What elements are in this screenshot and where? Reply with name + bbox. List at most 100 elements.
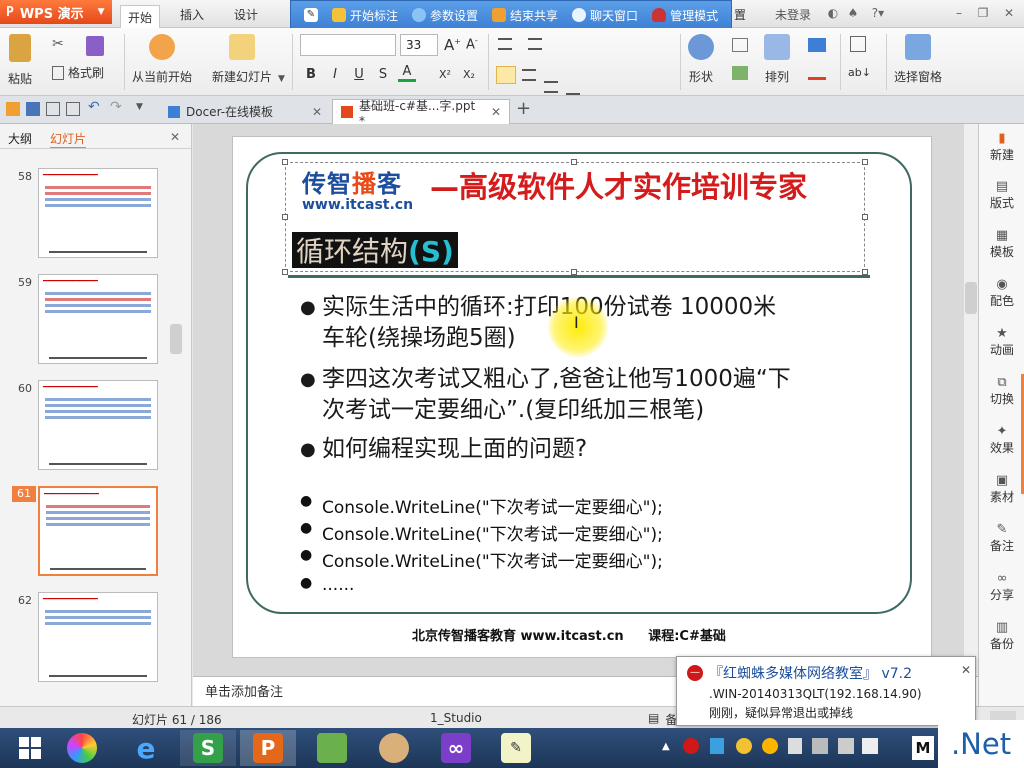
chevron-down-icon[interactable]: ▼: [278, 74, 285, 84]
cut-icon[interactable]: ✂: [52, 36, 64, 52]
shadow-icon[interactable]: S: [374, 64, 392, 84]
font-name-input[interactable]: [300, 34, 396, 56]
close-icon[interactable]: ✕: [491, 105, 501, 119]
tray-weather-icon[interactable]: [736, 738, 752, 754]
sidebar-item-backup[interactable]: ▥ 备份: [979, 621, 1024, 652]
tray-app-icon[interactable]: [862, 738, 878, 754]
preview-icon[interactable]: [66, 102, 80, 116]
sidebar-item-effect[interactable]: ✦ 效果: [979, 425, 1024, 456]
menu-tab-design[interactable]: 设计: [234, 4, 258, 24]
end-share-button[interactable]: 结束共享: [485, 4, 565, 26]
from-current-button[interactable]: 从当前开始: [132, 34, 192, 85]
sidebar-item-share[interactable]: ∞ 分享: [979, 572, 1024, 603]
slide-thumbnail[interactable]: ━━━━━━━━━━━━━: [38, 168, 158, 258]
paste-button[interactable]: 粘贴: [8, 34, 32, 87]
slide-thumbnail[interactable]: ━━━━━━━━━━━━━: [38, 592, 158, 682]
tab-docer[interactable]: Docer-在线模板 ✕: [160, 99, 330, 124]
brush-icon[interactable]: [86, 36, 104, 56]
shirt-icon[interactable]: ♠: [846, 6, 860, 20]
menu-tab-start[interactable]: 开始: [120, 5, 160, 28]
taskbar-app-filemanager[interactable]: [304, 730, 360, 766]
sidebar-item-template[interactable]: ▦ 模板: [979, 229, 1024, 260]
tray-network-icon[interactable]: [812, 738, 828, 754]
sidebar-item-material[interactable]: ▣ 素材: [979, 474, 1024, 505]
selection-pane-button[interactable]: 选择窗格: [894, 34, 942, 85]
taskbar-app-wps-presentation[interactable]: P: [240, 730, 296, 766]
taskbar-app-visual-studio[interactable]: ∞: [428, 730, 484, 766]
sidebar-item-color[interactable]: ◉ 配色: [979, 278, 1024, 309]
help-icon[interactable]: ?▾: [866, 6, 890, 20]
underline-icon[interactable]: U: [350, 64, 368, 84]
thumbnail-scrollbar[interactable]: [170, 324, 182, 354]
tray-redspider-icon[interactable]: [683, 738, 699, 754]
arrange-button[interactable]: 排列: [764, 34, 790, 85]
taskbar-app-users[interactable]: [366, 730, 422, 766]
slide-thumbnail[interactable]: ━━━━━━━━━━━━━: [38, 274, 158, 364]
scrollbar-thumb[interactable]: [965, 282, 977, 314]
notes-toggle[interactable]: ▤ 备: [648, 711, 677, 728]
picture-icon[interactable]: [732, 66, 748, 80]
admin-button[interactable]: 管理模式: [645, 4, 725, 26]
tray-device-icon[interactable]: [788, 738, 802, 754]
taskbar-app-pinwheel[interactable]: [54, 730, 110, 766]
sidebar-item-notes[interactable]: ✎ 备注: [979, 523, 1024, 554]
resize-handle[interactable]: [282, 214, 288, 220]
shape-button[interactable]: 形状: [688, 34, 714, 85]
outline-color-icon[interactable]: [808, 66, 826, 80]
sidebar-item-transition[interactable]: ⧉ 切换: [979, 376, 1024, 407]
start-button[interactable]: [2, 730, 58, 766]
taskbar-app-wps-sheets[interactable]: S: [180, 730, 236, 766]
tray-shield-icon[interactable]: [710, 738, 724, 754]
close-icon[interactable]: ✕: [170, 130, 180, 144]
chat-button[interactable]: 聊天窗口: [565, 4, 645, 26]
new-slide-button[interactable]: 新建幻灯片: [212, 34, 272, 85]
print-icon[interactable]: [46, 102, 60, 116]
folder-icon[interactable]: [6, 102, 20, 116]
undo-icon[interactable]: ↶: [88, 99, 100, 115]
sidebar-item-animation[interactable]: ★ 动画: [979, 327, 1024, 358]
tray-expand-icon[interactable]: ▲: [662, 741, 670, 752]
wps-menu-button[interactable]: P WPS 演示 ▼: [0, 0, 112, 24]
slide-thumbnail-selected[interactable]: ━━━━━━━━━━━━━: [38, 486, 158, 576]
sidebar-item-layout[interactable]: ▤ 版式: [979, 180, 1024, 211]
shrink-font-icon[interactable]: A-: [466, 36, 478, 52]
tab-slides[interactable]: 幻灯片: [50, 130, 87, 149]
tray-volume-icon[interactable]: [838, 738, 854, 754]
superscript-icon[interactable]: X²: [436, 64, 454, 84]
minimize-icon[interactable]: –: [952, 6, 966, 20]
font-size-input[interactable]: 33: [400, 34, 438, 56]
sidebar-item-new[interactable]: ▮ 新建: [979, 132, 1024, 163]
taskbar-app-notepad[interactable]: ✎: [488, 730, 544, 766]
redo-icon[interactable]: ↷: [110, 99, 122, 115]
vertical-scrollbar[interactable]: [964, 124, 978, 676]
bold-icon[interactable]: B: [302, 64, 320, 84]
resize-handle[interactable]: [862, 159, 868, 165]
close-icon[interactable]: ✕: [312, 105, 322, 119]
grow-font-icon[interactable]: A+: [444, 36, 461, 54]
subscript-icon[interactable]: X₂: [460, 64, 478, 84]
chevron-down-icon[interactable]: ▼: [136, 102, 143, 112]
params-button[interactable]: 参数设置: [405, 4, 485, 26]
slide-thumbnail[interactable]: ━━━━━━━━━━━━━: [38, 380, 158, 470]
italic-icon[interactable]: I: [326, 64, 344, 84]
skin-icon[interactable]: ◐: [826, 6, 840, 20]
pen-button[interactable]: ✎: [297, 4, 325, 26]
menu-tab-insert[interactable]: 插入: [180, 4, 204, 24]
taskbar-app-ie[interactable]: e: [118, 730, 174, 766]
tray-qq-icon[interactable]: [762, 738, 778, 754]
tab-outline[interactable]: 大纲: [8, 130, 32, 147]
align-right-icon[interactable]: [544, 81, 558, 93]
fill-color-icon[interactable]: [808, 38, 826, 52]
new-tab-icon[interactable]: +: [516, 98, 531, 119]
menu-tab-partial[interactable]: 置: [734, 4, 746, 24]
resize-handle[interactable]: [282, 159, 288, 165]
restore-icon[interactable]: ❐: [976, 6, 990, 20]
tab-presentation[interactable]: 基础班-c#基...字.ppt * ✕: [332, 99, 510, 128]
align-center-icon[interactable]: [522, 69, 536, 81]
input-method-indicator[interactable]: M: [912, 736, 934, 760]
start-mark-button[interactable]: 开始标注: [325, 4, 405, 26]
close-icon[interactable]: ✕: [1002, 6, 1016, 20]
font-color-icon[interactable]: A: [398, 64, 416, 82]
resize-handle[interactable]: [862, 214, 868, 220]
bullets-icon[interactable]: [498, 38, 512, 50]
